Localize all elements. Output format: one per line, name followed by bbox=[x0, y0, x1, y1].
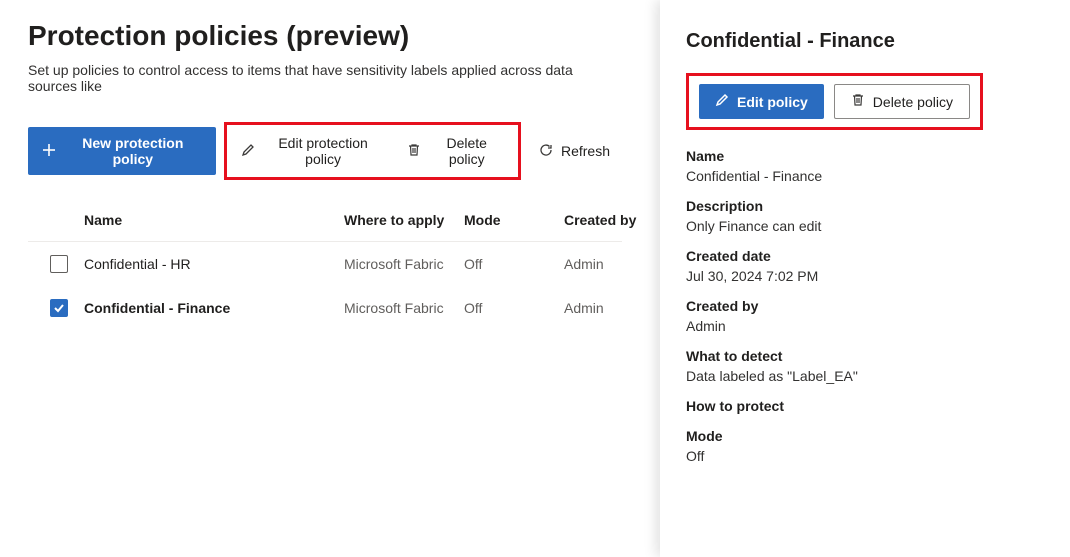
panel-edit-label: Edit policy bbox=[737, 94, 808, 110]
field-description: Description Only Finance can edit bbox=[686, 198, 1044, 234]
field-value: Jul 30, 2024 7:02 PM bbox=[686, 268, 1044, 284]
field-value: Confidential - Finance bbox=[686, 168, 1044, 184]
field-how-to-protect: How to protect bbox=[686, 398, 1044, 414]
pencil-icon bbox=[715, 93, 729, 110]
refresh-button[interactable]: Refresh bbox=[527, 135, 622, 168]
plus-icon bbox=[42, 143, 56, 160]
refresh-label: Refresh bbox=[561, 143, 610, 159]
field-label: Created by bbox=[686, 298, 1044, 314]
page-title: Protection policies (preview) bbox=[28, 20, 622, 52]
field-what-to-detect: What to detect Data labeled as "Label_EA… bbox=[686, 348, 1044, 384]
refresh-icon bbox=[539, 143, 553, 160]
field-value: Admin bbox=[686, 318, 1044, 334]
field-label: How to protect bbox=[686, 398, 1044, 414]
trash-icon bbox=[851, 93, 865, 110]
main-content: Protection policies (preview) Set up pol… bbox=[0, 0, 650, 350]
field-value: Off bbox=[686, 448, 1044, 464]
row-name: Confidential - HR bbox=[84, 256, 344, 272]
row-checkbox[interactable] bbox=[50, 299, 68, 317]
new-policy-label: New protection policy bbox=[64, 135, 202, 167]
table-header: Name Where to apply Mode Created by bbox=[28, 198, 622, 242]
field-created-by: Created by Admin bbox=[686, 298, 1044, 334]
table-row[interactable]: Confidential - Finance Microsoft Fabric … bbox=[28, 286, 622, 330]
panel-edit-button[interactable]: Edit policy bbox=[699, 84, 824, 119]
delete-policy-button[interactable]: Delete policy bbox=[395, 127, 515, 175]
field-label: Created date bbox=[686, 248, 1044, 264]
row-createdby: Admin bbox=[564, 256, 644, 272]
trash-icon bbox=[407, 143, 421, 160]
toolbar: New protection policy Edit protection po… bbox=[28, 122, 622, 180]
row-where: Microsoft Fabric bbox=[344, 300, 464, 316]
details-panel: Confidential - Finance Edit policy Delet… bbox=[660, 0, 1070, 557]
field-name: Name Confidential - Finance bbox=[686, 148, 1044, 184]
edit-policy-label: Edit protection policy bbox=[263, 135, 384, 167]
edit-policy-button[interactable]: Edit protection policy bbox=[229, 127, 396, 175]
col-where[interactable]: Where to apply bbox=[344, 212, 464, 228]
row-name: Confidential - Finance bbox=[84, 300, 344, 316]
policy-table: Name Where to apply Mode Created by Conf… bbox=[28, 198, 622, 330]
field-label: Name bbox=[686, 148, 1044, 164]
field-label: Description bbox=[686, 198, 1044, 214]
row-where: Microsoft Fabric bbox=[344, 256, 464, 272]
field-value: Data labeled as "Label_EA" bbox=[686, 368, 1044, 384]
field-label: Mode bbox=[686, 428, 1044, 444]
toolbar-highlight: Edit protection policy Delete policy bbox=[224, 122, 521, 180]
table-row[interactable]: Confidential - HR Microsoft Fabric Off A… bbox=[28, 242, 622, 286]
panel-actions-highlight: Edit policy Delete policy bbox=[686, 73, 983, 130]
row-checkbox[interactable] bbox=[50, 255, 68, 273]
new-policy-button[interactable]: New protection policy bbox=[28, 127, 216, 175]
delete-policy-label: Delete policy bbox=[429, 135, 503, 167]
panel-delete-button[interactable]: Delete policy bbox=[834, 84, 970, 119]
row-mode: Off bbox=[464, 300, 564, 316]
row-createdby: Admin bbox=[564, 300, 644, 316]
panel-title: Confidential - Finance bbox=[686, 30, 1044, 53]
field-mode: Mode Off bbox=[686, 428, 1044, 464]
col-createdby[interactable]: Created by bbox=[564, 212, 644, 228]
field-label: What to detect bbox=[686, 348, 1044, 364]
page-subtitle: Set up policies to control access to ite… bbox=[28, 62, 622, 94]
pencil-icon bbox=[241, 143, 255, 160]
col-mode[interactable]: Mode bbox=[464, 212, 564, 228]
row-mode: Off bbox=[464, 256, 564, 272]
col-name[interactable]: Name bbox=[84, 212, 344, 228]
panel-delete-label: Delete policy bbox=[873, 94, 953, 110]
field-created-date: Created date Jul 30, 2024 7:02 PM bbox=[686, 248, 1044, 284]
field-value: Only Finance can edit bbox=[686, 218, 1044, 234]
